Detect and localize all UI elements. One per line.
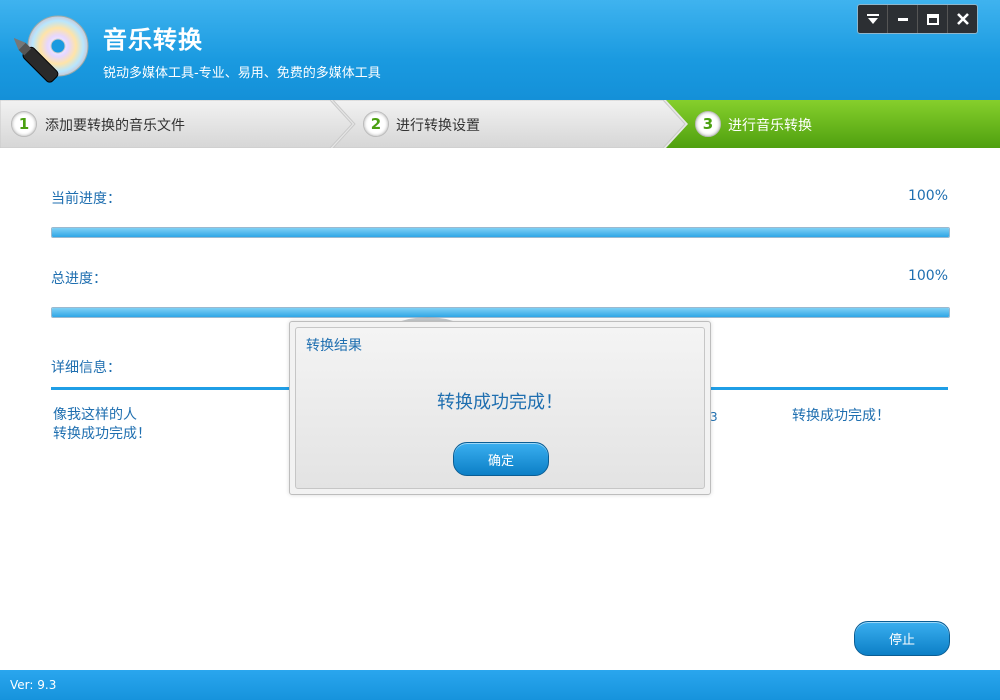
details-label: 详细信息： [51,360,121,376]
partial-info-text: 3 [710,410,718,424]
maximize-icon [926,14,939,25]
status-bar: Ver: 9.3 [0,670,1000,700]
step-number: 2 [363,111,389,137]
total-progress-label: 总进度： [51,271,107,287]
minimize-button[interactable] [888,5,918,33]
step-label: 进行转换设置 [396,118,480,134]
app-title: 音乐转换 [103,26,203,54]
menu-dropdown-button[interactable] [858,5,888,33]
dialog-title: 转换结果 [306,338,362,354]
menu-dropdown-icon [866,14,879,24]
total-progress-value: 100% [907,268,948,284]
app-subtitle: 锐动多媒体工具-专业、易用、免费的多媒体工具 [103,66,381,81]
step-number: 1 [11,111,37,137]
step-number: 3 [695,111,721,137]
file-status-left: 转换成功完成！ [53,426,151,442]
step-label: 进行音乐转换 [728,118,812,134]
ok-button[interactable]: 确定 [453,442,549,476]
total-progress-fill [52,308,949,317]
step-2: 2 进行转换设置 [333,100,663,148]
maximize-button[interactable] [918,5,948,33]
file-name: 像我这样的人 [53,407,137,423]
title-bar: 音乐转换 锐动多媒体工具-专业、易用、免费的多媒体工具 [0,0,1000,100]
current-progress-label: 当前进度： [51,191,121,207]
file-status-right: 转换成功完成！ [792,408,890,424]
dialog-body: 转换结果 转换成功完成！ 确定 [295,327,705,489]
step-1: 1 添加要转换的音乐文件 [0,100,330,148]
step-3: 3 进行音乐转换 [666,100,1000,148]
cd-with-pen-icon [14,15,89,83]
current-progress-bar [51,227,950,238]
close-icon [956,13,969,25]
current-progress-value: 100% [907,188,948,204]
window-controls [857,4,978,34]
step-bar: 1 添加要转换的音乐文件 2 进行转换设置 3 进行音乐转换 [0,100,1000,148]
dialog-message: 转换成功完成！ [437,392,563,413]
result-dialog: 转换结果 转换成功完成！ 确定 [289,321,711,495]
version-label: Ver: 9.3 [10,678,57,692]
step-label: 添加要转换的音乐文件 [45,118,185,134]
current-progress-fill [52,228,949,237]
minimize-icon [897,18,908,21]
close-button[interactable] [948,5,977,33]
stop-button[interactable]: 停止 [854,621,950,656]
total-progress-bar [51,307,950,318]
